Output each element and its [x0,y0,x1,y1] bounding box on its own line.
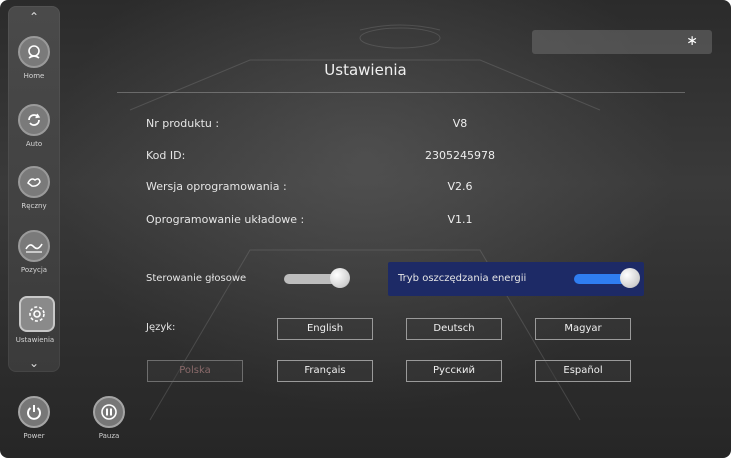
id-code-value: 2305245978 [425,149,495,162]
product-number-value: V8 [452,117,468,130]
sidebar-item-auto[interactable]: Auto [13,104,55,164]
bluetooth-icon[interactable]: ∗ [686,33,698,49]
language-button-russian[interactable]: Русский [406,360,502,382]
language-button-magyar[interactable]: Magyar [535,318,631,340]
firmware-version-value: V1.1 [447,213,473,226]
sidebar-item-position[interactable]: Pozycja [13,230,55,290]
sidebar-item-label: Ręczny [21,202,47,210]
gear-icon [19,296,55,332]
scroll-up-chevron-icon[interactable]: ⌃ [8,10,60,24]
toggle-knob [620,268,640,288]
eco-mode-label: Tryb oszczędzania energii [398,273,527,284]
language-button-deutsch[interactable]: Deutsch [406,318,502,340]
language-button-francais[interactable]: Français [277,360,373,382]
status-bar: ∗ [532,30,712,54]
manual-hand-icon [18,166,50,198]
language-label: Język: [146,322,176,333]
power-label: Power [23,432,45,440]
sidebar-item-label: Pozycja [20,266,48,274]
power-icon[interactable] [18,396,50,428]
power-control[interactable]: Power [12,396,56,440]
sidebar-item-label: Ustawienia [15,336,55,344]
position-icon [18,230,50,262]
id-code-label: Kod ID: [146,149,186,162]
firmware-version-label: Oprogramowanie układowe : [146,213,305,226]
sidebar-item-settings[interactable]: Ustawienia [16,296,58,356]
pause-label: Pauza [98,432,120,440]
voice-control-label: Sterowanie głosowe [146,273,247,284]
language-button-polska[interactable]: Polska [147,360,243,382]
software-version-value: V2.6 [447,180,473,193]
title-divider [117,92,685,93]
pause-icon[interactable] [93,396,125,428]
sidebar-item-label: Auto [25,140,43,148]
language-button-espanol[interactable]: Español [535,360,631,382]
toggle-knob [330,268,350,288]
page-title: Ustawienia [324,61,407,79]
scroll-down-chevron-icon[interactable]: ⌄ [8,356,60,370]
language-button-english[interactable]: English [277,318,373,340]
voice-control-toggle[interactable] [284,268,350,288]
pause-control[interactable]: Pauza [87,396,131,440]
auto-cycle-icon [18,104,50,136]
software-version-label: Wersja oprogramowania : [146,180,287,193]
device-screen: ⌃ Home Auto Ręczny Pozycja Ustawienia ⌄ … [0,0,731,458]
sidebar-item-manual[interactable]: Ręczny [13,166,55,226]
eco-mode-toggle[interactable] [574,268,640,288]
product-number-label: Nr produktu : [146,117,220,130]
